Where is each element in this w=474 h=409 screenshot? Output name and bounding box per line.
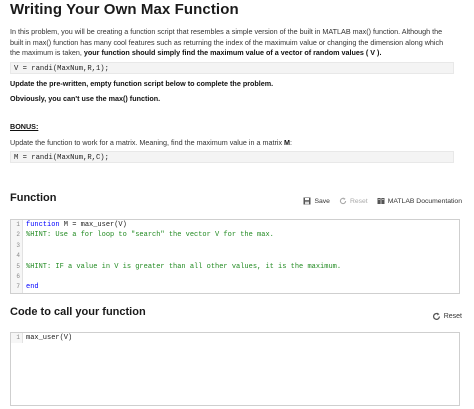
code-text: %HINT: Use a for loop to "search" the ve… [23,230,274,240]
save-icon [303,197,311,205]
line-number: 1 [11,333,23,344]
code-comment: %HINT: Use a for loop to "search" the ve… [26,231,274,240]
reset-button[interactable]: Reset [339,197,368,205]
code-line: 4 [11,251,459,262]
code-line: 3 [11,240,459,252]
line-number: 1 [11,220,23,231]
function-heading: Function [10,192,57,204]
call-code-editor[interactable]: 1 max_user(V) [10,332,460,406]
intro-bold-text: your function should simply find the max… [83,48,382,57]
bonus-text: Update the function to work for a matrix… [10,138,450,149]
save-button[interactable]: Save [303,197,330,205]
matlab-documentation-button[interactable]: MATLAB Documentation [377,197,462,205]
function-code-lines: 1 function M = max_user(V) 2 %HINT: Use a f… [11,220,459,293]
code-line: 1 function M = max_user(V) [11,220,459,231]
reset-icon [339,197,347,205]
instruction-no-max: Obviously, you can't use the max() funct… [10,94,161,103]
reset-icon [432,312,440,320]
line-number: 5 [11,261,23,272]
line-number: 3 [11,240,23,252]
line-number: 4 [11,251,23,262]
call-section-heading: Code to call your function [10,306,146,318]
line-number: 7 [11,282,23,293]
matrix-code-snippet: M = randi(MaxNum,R,C); [10,151,454,163]
code-line: 5 %HINT: IF a value in V is greater than … [11,261,459,272]
intro-paragraph: In this problem, you will be creating a … [10,27,450,59]
code-comment: %HINT: IF a value in V is greater than a… [26,262,342,271]
call-reset-label: Reset [443,313,462,320]
code-text: %HINT: IF a value in V is greater than a… [23,262,341,272]
instruction-update: Update the pre-written, empty function s… [10,79,274,88]
code-keyword: end [26,283,39,292]
bonus-text-colon: : [290,138,293,147]
code-line: 1 max_user(V) [11,333,459,344]
line-number: 2 [11,230,23,241]
code-plain: M = max_user(V) [59,221,127,229]
code-line: 6 [11,271,459,283]
bonus-label: BONUS: [10,122,450,133]
docs-label: MATLAB Documentation [387,197,462,205]
code-line: 7 end [11,282,459,293]
code-text: end [23,282,39,292]
line-number: 6 [11,271,23,283]
save-label: Save [314,197,330,205]
code-text: function M = max_user(V) [23,220,127,230]
book-icon [377,198,385,204]
code-keyword: function [26,221,60,229]
function-code-editor[interactable]: 1 function M = max_user(V) 2 %HINT: Use a f… [10,219,460,294]
code-line: 2 %HINT: Use a for loop to "search" the v… [11,230,459,241]
page-title: Writing Your Own Max Function [10,1,239,18]
reset-label: Reset [349,197,368,205]
function-toolbar: Save Reset MATLAB Documentation [294,197,462,205]
bonus-text-main: Update the function to work for a matrix… [10,138,285,147]
call-code-lines: 1 max_user(V) [11,333,459,344]
bonus-heading: BONUS: [10,122,39,131]
vector-code-snippet: V = randi(MaxNum,R,1); [10,62,454,74]
code-text: max_user(V) [26,334,73,342]
call-reset-button[interactable]: Reset [432,312,462,321]
